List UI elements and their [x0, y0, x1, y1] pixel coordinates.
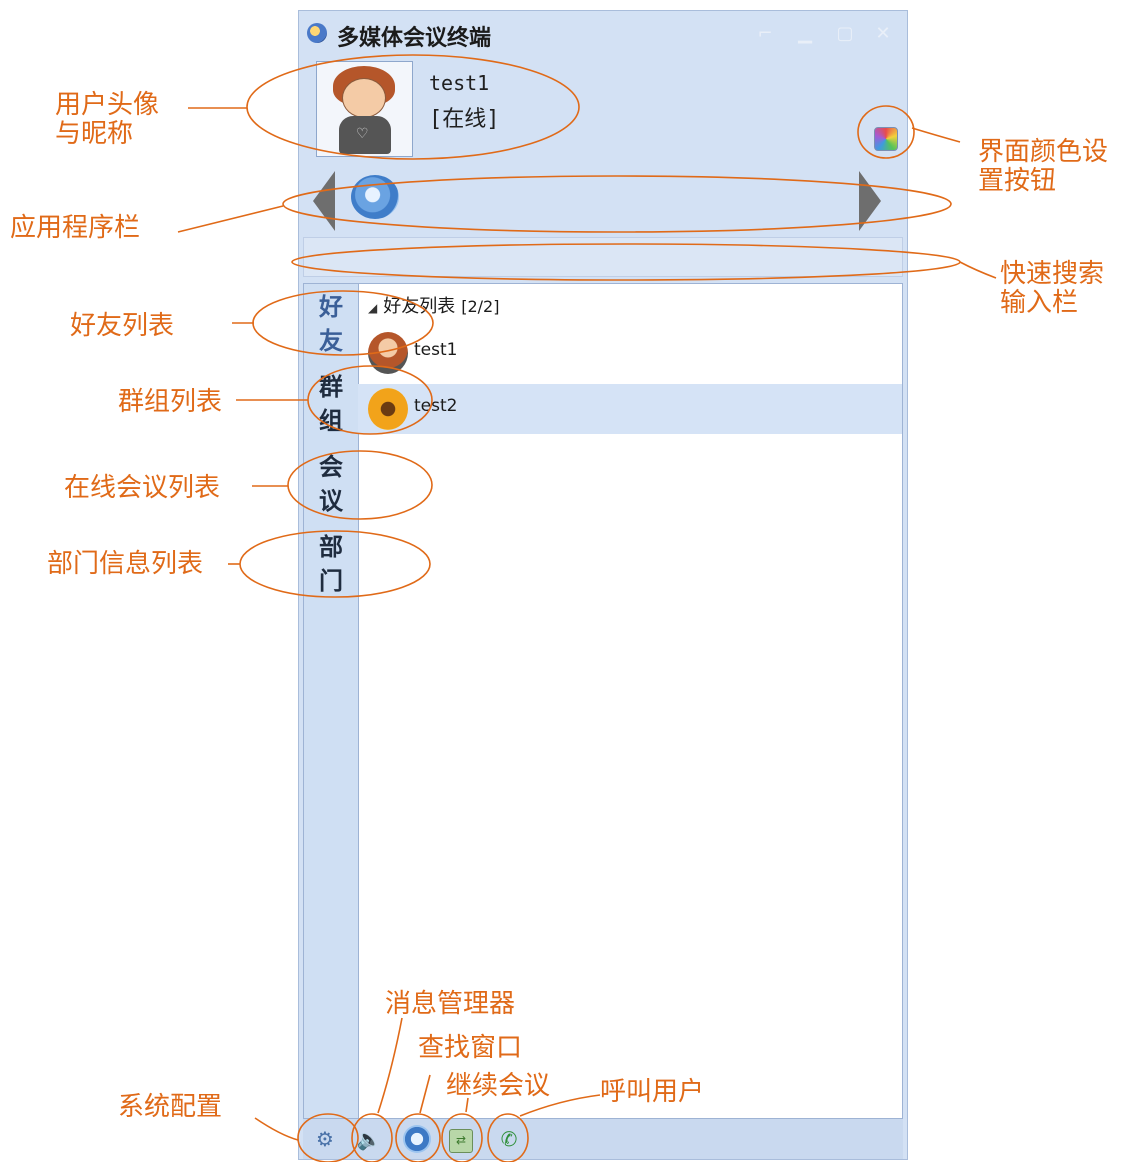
annotation-label: 与昵称 [55, 119, 134, 149]
annotation-ellipse [252, 290, 434, 356]
annotation-label: 用户头像 [55, 90, 160, 120]
annotation-label: 消息管理器 [385, 989, 516, 1019]
annotation-ellipse [487, 1113, 529, 1162]
annotation-label: 部门信息列表 [47, 549, 204, 579]
annotation-leader [959, 261, 997, 279]
annotation-label: 快速搜索 [1000, 259, 1105, 289]
annotation-label: 界面颜色设 [978, 137, 1109, 167]
annotation-label: 置按钮 [978, 166, 1057, 196]
annotation-label: 应用程序栏 [10, 213, 141, 243]
annotation-leader [377, 1017, 403, 1114]
annotation-ellipse [857, 105, 915, 159]
annotation-label: 呼叫用户 [600, 1077, 705, 1107]
annotation-ellipse [291, 243, 961, 281]
annotation-ellipse [287, 450, 433, 520]
annotation-leader [911, 127, 961, 143]
annotation-ellipse [246, 54, 580, 160]
annotation-leader [177, 205, 284, 233]
annotation-leader [419, 1074, 431, 1114]
annotation-label: 继续会议 [446, 1071, 551, 1101]
annotation-label: 输入栏 [1000, 288, 1079, 318]
annotation-overlay [177, 54, 997, 1162]
annotation-label: 好友列表 [70, 311, 175, 341]
annotation-ellipse [282, 175, 952, 233]
annotation-label: 群组列表 [118, 387, 223, 417]
annotation-ellipse [441, 1113, 483, 1162]
annotation-label: 系统配置 [118, 1092, 223, 1122]
annotation-label: 查找窗口 [418, 1033, 523, 1063]
annotation-ellipse [297, 1113, 359, 1162]
annotation-label: 在线会议列表 [64, 473, 221, 503]
annotation-leader [254, 1117, 299, 1141]
annotation-ellipse [395, 1113, 441, 1162]
annotation-ellipse [307, 365, 433, 435]
annotation-ellipse [239, 530, 431, 598]
